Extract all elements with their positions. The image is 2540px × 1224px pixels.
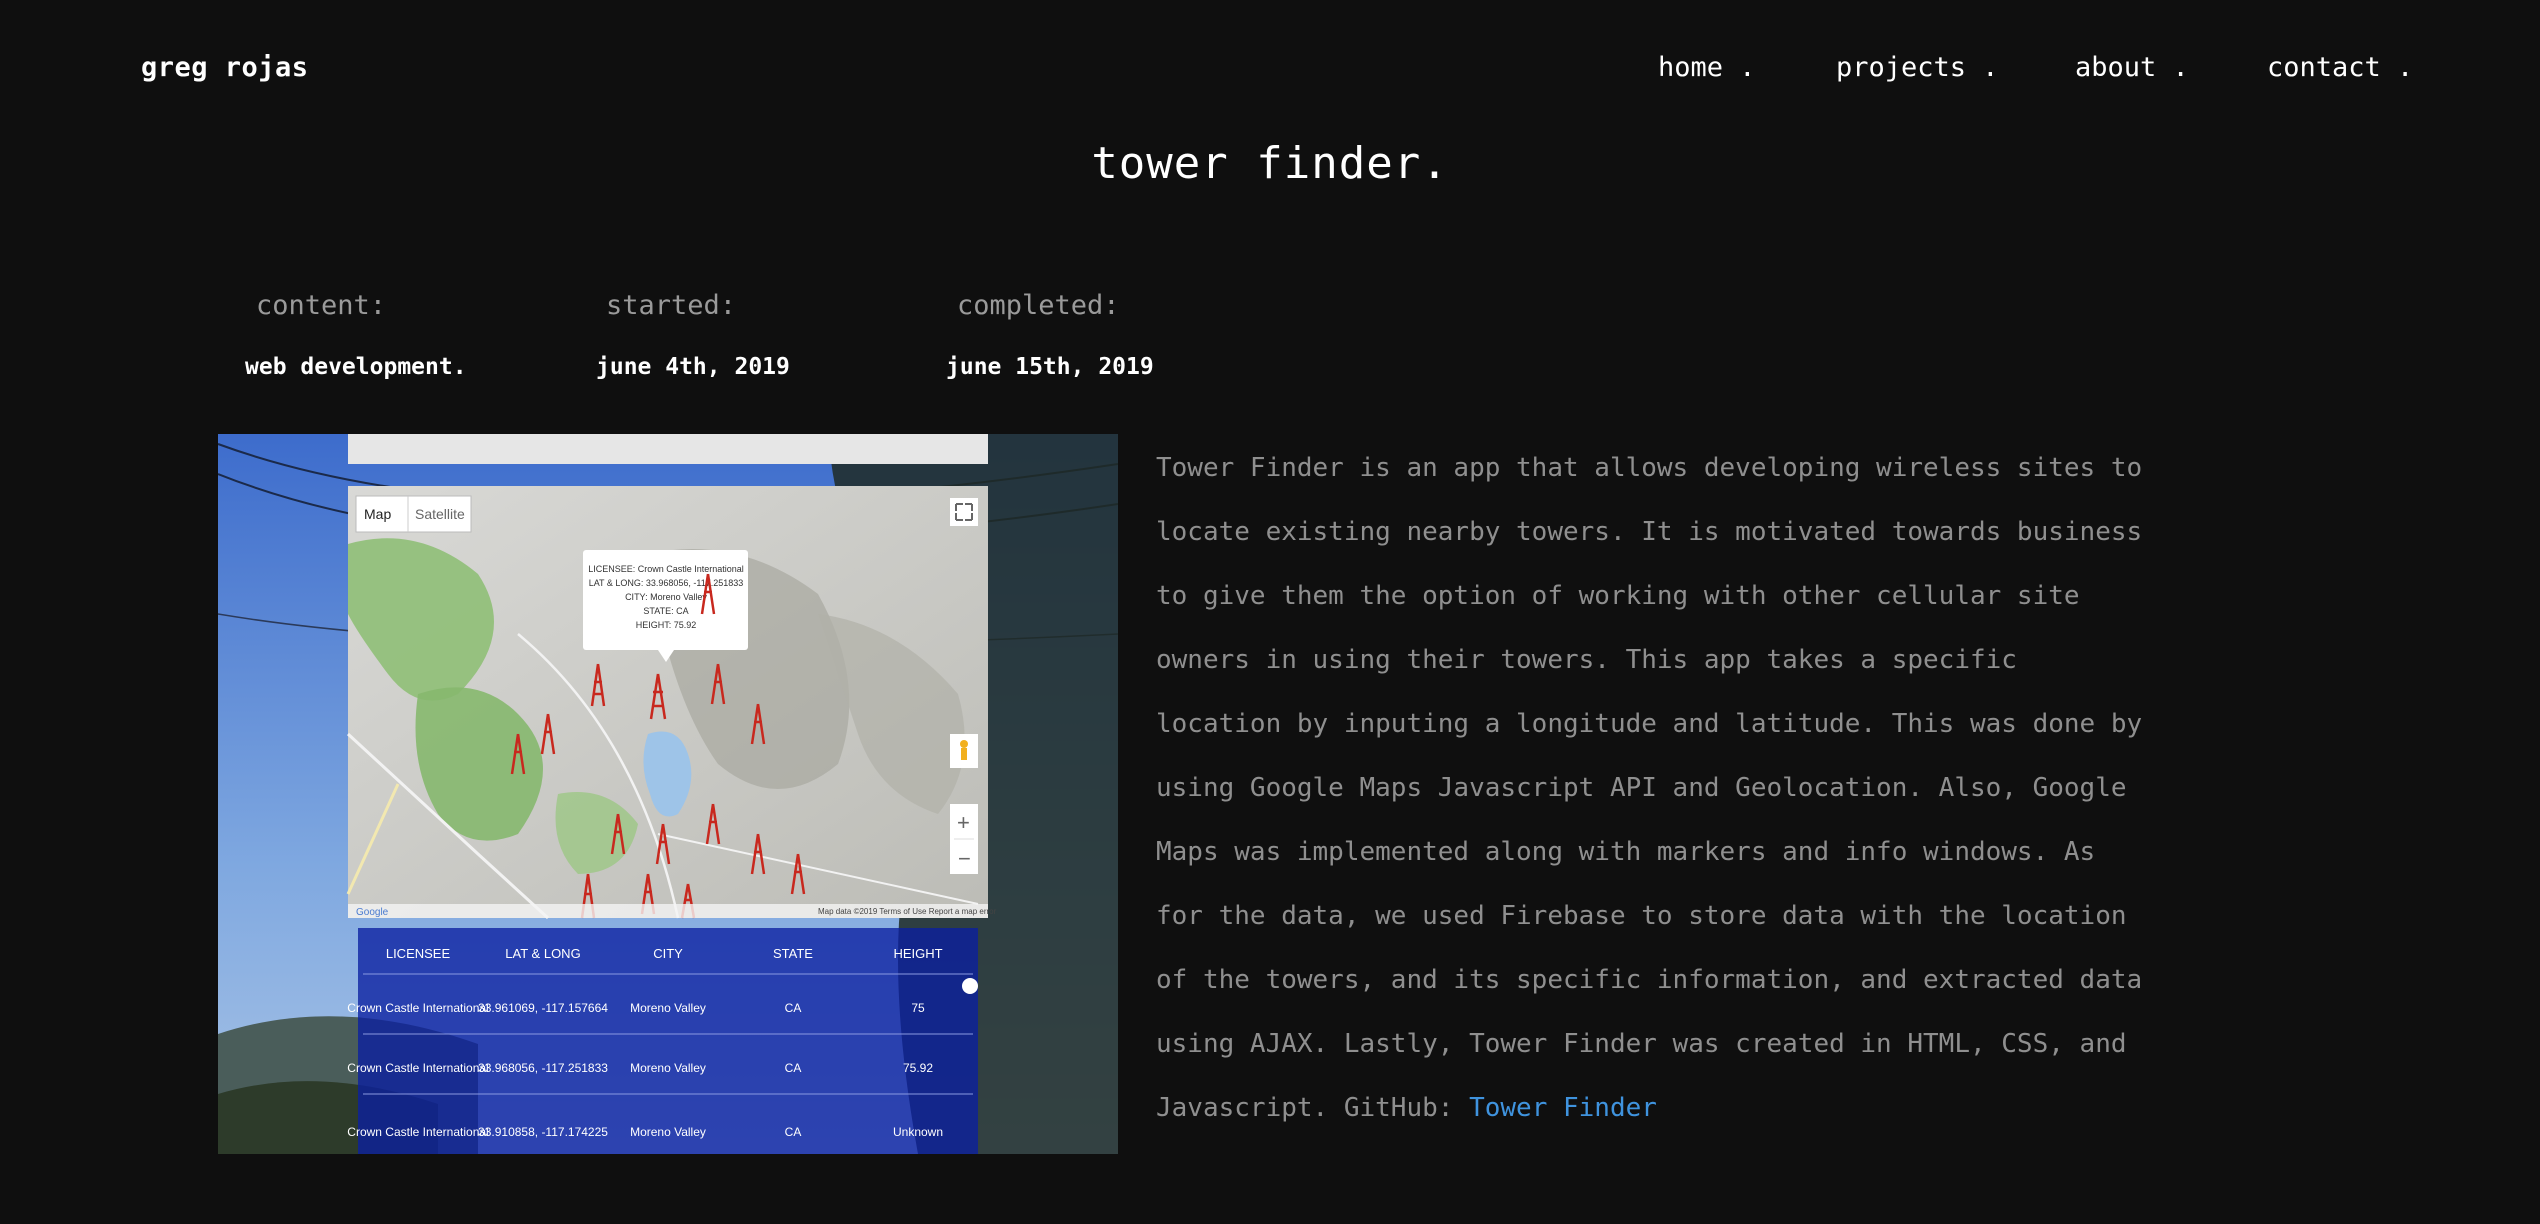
svg-text:LICENSEE: Crown Castle Interna: LICENSEE: Crown Castle International xyxy=(588,564,744,574)
nav-about-link[interactable]: about . xyxy=(2075,52,2189,83)
svg-text:CA: CA xyxy=(785,1125,802,1139)
completed-label: completed: xyxy=(957,290,1120,321)
svg-text:Moreno Valley: Moreno Valley xyxy=(630,1061,706,1075)
started-label: started: xyxy=(606,290,737,321)
data-table-panel: LICENSEE LAT & LONG CITY STATE HEIGHT Cr… xyxy=(347,928,978,1154)
svg-text:33.910858, -117.174225: 33.910858, -117.174225 xyxy=(478,1125,608,1139)
svg-text:Map data ©2019 Terms of Use: Map data ©2019 Terms of Use Report a map… xyxy=(818,907,997,916)
svg-text:33.968056, -117.251833: 33.968056, -117.251833 xyxy=(478,1061,608,1075)
project-screenshot-image: Map Satellite + − LICENSEE: Crown Castle… xyxy=(218,434,1118,1154)
svg-text:STATE: CA: STATE: CA xyxy=(643,606,688,616)
svg-text:HEIGHT: HEIGHT xyxy=(893,946,942,961)
content-value: web development. xyxy=(245,354,467,380)
svg-text:Crown Castle International: Crown Castle International xyxy=(347,1125,488,1139)
svg-text:33.961069, -117.157664: 33.961069, -117.157664 xyxy=(478,1001,608,1015)
svg-text:LAT & LONG: LAT & LONG xyxy=(505,946,580,961)
started-value: june 4th, 2019 xyxy=(596,354,790,380)
svg-text:75: 75 xyxy=(911,1001,925,1015)
svg-text:+: + xyxy=(957,810,970,835)
nav-contact-link[interactable]: contact . xyxy=(2267,52,2413,83)
nav-home-link[interactable]: home . xyxy=(1658,52,1756,83)
svg-text:LICENSEE: LICENSEE xyxy=(386,946,451,961)
svg-text:CA: CA xyxy=(785,1061,802,1075)
svg-text:75.92: 75.92 xyxy=(903,1061,933,1075)
svg-text:Unknown: Unknown xyxy=(893,1125,943,1139)
github-link[interactable]: Tower Finder xyxy=(1469,1093,1657,1123)
project-description: Tower Finder is an app that allows devel… xyxy=(1156,436,2156,1140)
map-panel: Map Satellite + − LICENSEE: Crown Castle… xyxy=(346,486,997,920)
svg-text:Satellite: Satellite xyxy=(415,506,465,522)
main-nav: home . projects . about . contact . xyxy=(0,52,2540,92)
nav-projects-link[interactable]: projects . xyxy=(1836,52,1999,83)
project-title: tower finder. xyxy=(1091,138,1449,189)
svg-text:STATE: STATE xyxy=(773,946,813,961)
content-label: content: xyxy=(256,290,387,321)
completed-value: june 15th, 2019 xyxy=(946,354,1154,380)
description-text: Tower Finder is an app that allows devel… xyxy=(1156,453,2143,1123)
svg-text:Moreno Valley: Moreno Valley xyxy=(630,1001,706,1015)
svg-text:CITY: Moreno Valley: CITY: Moreno Valley xyxy=(625,592,707,602)
svg-text:Google: Google xyxy=(356,907,389,918)
svg-text:Map: Map xyxy=(364,506,391,522)
svg-text:Crown Castle International: Crown Castle International xyxy=(347,1061,488,1075)
svg-text:Crown Castle International: Crown Castle International xyxy=(347,1001,488,1015)
svg-text:CA: CA xyxy=(785,1001,802,1015)
svg-text:HEIGHT: 75.92: HEIGHT: 75.92 xyxy=(636,620,697,630)
svg-text:−: − xyxy=(958,846,971,871)
svg-text:LAT & LONG: 33.968056, -117.25: LAT & LONG: 33.968056, -117.251833 xyxy=(589,578,744,588)
svg-text:Moreno Valley: Moreno Valley xyxy=(630,1125,706,1139)
svg-text:CITY: CITY xyxy=(653,946,683,961)
